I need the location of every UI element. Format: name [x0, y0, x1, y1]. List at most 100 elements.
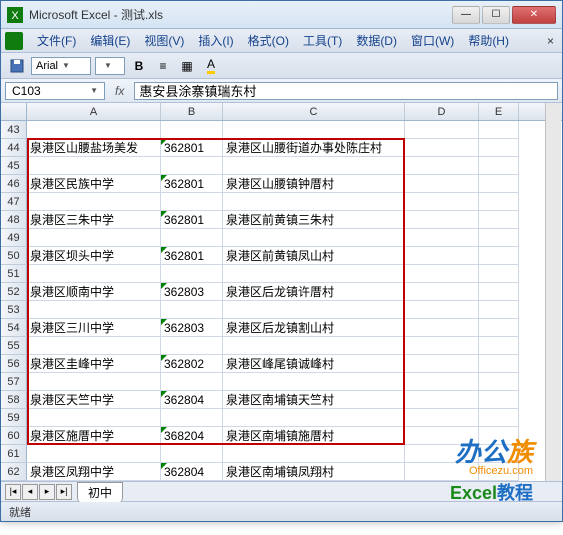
- menu-help[interactable]: 帮助(H): [462, 30, 515, 51]
- name-box[interactable]: C103▼: [5, 82, 105, 100]
- row-header[interactable]: 52: [1, 283, 27, 301]
- menu-window[interactable]: 窗口(W): [405, 30, 460, 51]
- cell[interactable]: [405, 337, 479, 355]
- cell[interactable]: [405, 355, 479, 373]
- col-header-e[interactable]: E: [479, 103, 519, 120]
- cell[interactable]: [405, 139, 479, 157]
- cell[interactable]: [27, 337, 161, 355]
- cell[interactable]: [479, 445, 519, 463]
- cell[interactable]: [27, 409, 161, 427]
- cell[interactable]: [223, 301, 405, 319]
- row-header[interactable]: 43: [1, 121, 27, 139]
- cell[interactable]: 泉港区后龙镇割山村: [223, 319, 405, 337]
- cell[interactable]: [223, 265, 405, 283]
- cell[interactable]: [161, 265, 223, 283]
- cell[interactable]: 泉港区凤翔中学: [27, 463, 161, 481]
- cell[interactable]: [479, 391, 519, 409]
- cell[interactable]: [223, 409, 405, 427]
- row-header[interactable]: 44: [1, 139, 27, 157]
- font-size-selector[interactable]: ▼: [95, 57, 125, 75]
- borders-button[interactable]: ▦: [177, 56, 197, 76]
- cell[interactable]: [479, 211, 519, 229]
- cell[interactable]: 泉港区前黄镇凤山村: [223, 247, 405, 265]
- cell[interactable]: 泉港区峰尾镇诚峰村: [223, 355, 405, 373]
- cell[interactable]: [27, 265, 161, 283]
- cell[interactable]: [161, 445, 223, 463]
- col-header-a[interactable]: A: [27, 103, 161, 120]
- spreadsheet-grid[interactable]: A B C D E 4344泉港区山腰盐场美发362801泉港区山腰街道办事处陈…: [1, 103, 562, 481]
- cell[interactable]: [479, 121, 519, 139]
- cell[interactable]: [479, 337, 519, 355]
- cell[interactable]: [479, 265, 519, 283]
- cell[interactable]: [479, 157, 519, 175]
- cell[interactable]: 362803: [161, 319, 223, 337]
- sheet-tab-active[interactable]: 初中: [77, 482, 123, 502]
- row-header[interactable]: 62: [1, 463, 27, 481]
- cell[interactable]: [223, 373, 405, 391]
- cell[interactable]: [405, 175, 479, 193]
- cell[interactable]: [479, 175, 519, 193]
- cell[interactable]: [405, 301, 479, 319]
- cell[interactable]: [161, 121, 223, 139]
- cell[interactable]: 泉港区南埔镇施厝村: [223, 427, 405, 445]
- fill-color-button[interactable]: A: [201, 56, 221, 76]
- cell[interactable]: 泉港区前黄镇三朱村: [223, 211, 405, 229]
- cell[interactable]: [479, 373, 519, 391]
- cell[interactable]: [405, 463, 479, 481]
- cell[interactable]: [27, 445, 161, 463]
- cell[interactable]: 泉港区三朱中学: [27, 211, 161, 229]
- cell[interactable]: [223, 193, 405, 211]
- cell[interactable]: [405, 319, 479, 337]
- cell[interactable]: [479, 409, 519, 427]
- cell[interactable]: 泉港区南埔镇天竺村: [223, 391, 405, 409]
- cell[interactable]: [479, 463, 519, 481]
- cell[interactable]: 泉港区顺南中学: [27, 283, 161, 301]
- cell[interactable]: [405, 247, 479, 265]
- cell[interactable]: 362803: [161, 283, 223, 301]
- menu-data[interactable]: 数据(D): [350, 30, 403, 51]
- row-header[interactable]: 49: [1, 229, 27, 247]
- cell[interactable]: 泉港区施厝中学: [27, 427, 161, 445]
- menu-file[interactable]: 文件(F): [31, 30, 82, 51]
- cell[interactable]: 362804: [161, 463, 223, 481]
- menu-format[interactable]: 格式(O): [242, 30, 295, 51]
- menu-tools[interactable]: 工具(T): [297, 30, 348, 51]
- row-header[interactable]: 60: [1, 427, 27, 445]
- cell[interactable]: [479, 139, 519, 157]
- cell[interactable]: [161, 373, 223, 391]
- cell[interactable]: 362801: [161, 211, 223, 229]
- cell[interactable]: [405, 265, 479, 283]
- col-header-c[interactable]: C: [223, 103, 405, 120]
- tab-nav-prev[interactable]: ◂: [22, 484, 38, 500]
- row-header[interactable]: 59: [1, 409, 27, 427]
- row-header[interactable]: 45: [1, 157, 27, 175]
- cell[interactable]: [27, 193, 161, 211]
- cell[interactable]: [405, 211, 479, 229]
- row-header[interactable]: 54: [1, 319, 27, 337]
- cell[interactable]: [223, 121, 405, 139]
- row-header[interactable]: 61: [1, 445, 27, 463]
- cell[interactable]: [223, 337, 405, 355]
- menu-edit[interactable]: 编辑(E): [84, 30, 136, 51]
- col-header-b[interactable]: B: [161, 103, 223, 120]
- cell[interactable]: [405, 193, 479, 211]
- row-header[interactable]: 48: [1, 211, 27, 229]
- cell[interactable]: [27, 157, 161, 175]
- row-header[interactable]: 51: [1, 265, 27, 283]
- cell[interactable]: [27, 229, 161, 247]
- cell[interactable]: [161, 337, 223, 355]
- cell[interactable]: [479, 427, 519, 445]
- vertical-scrollbar[interactable]: [545, 103, 561, 481]
- cell[interactable]: 362801: [161, 139, 223, 157]
- cell[interactable]: [27, 373, 161, 391]
- cell[interactable]: [479, 301, 519, 319]
- row-header[interactable]: 53: [1, 301, 27, 319]
- cell[interactable]: 泉港区后龙镇许厝村: [223, 283, 405, 301]
- row-header[interactable]: 55: [1, 337, 27, 355]
- cell[interactable]: [479, 283, 519, 301]
- cell[interactable]: 368204: [161, 427, 223, 445]
- cell[interactable]: [27, 121, 161, 139]
- cell[interactable]: [405, 373, 479, 391]
- cell[interactable]: [161, 229, 223, 247]
- cell[interactable]: [161, 301, 223, 319]
